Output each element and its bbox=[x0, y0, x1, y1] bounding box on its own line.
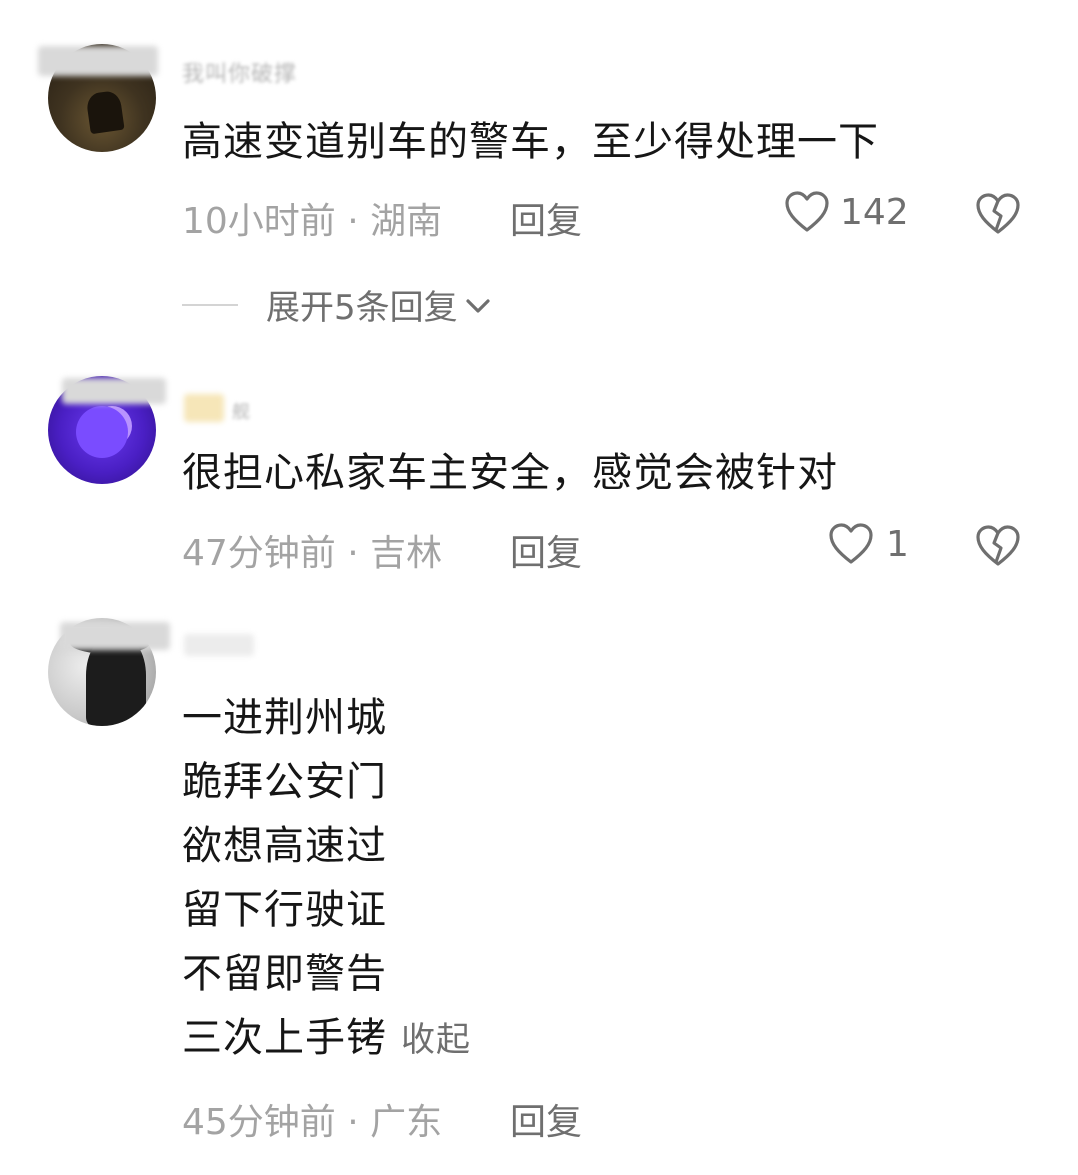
blurred-username-badge bbox=[184, 394, 224, 422]
expand-replies-button[interactable]: 展开5条回复 bbox=[182, 280, 492, 329]
comment-meta: 10小时前 · 湖南 bbox=[182, 201, 443, 242]
poem-line-last: 三次上手铐 收起 bbox=[182, 1015, 471, 1061]
username[interactable]: 舰 bbox=[232, 398, 251, 424]
blurred-username bbox=[184, 634, 254, 656]
avatar-image-detail bbox=[76, 406, 128, 458]
comment-meta: 47分钟前 · 吉林 bbox=[182, 533, 443, 574]
poem-line: 欲想高速过 bbox=[182, 823, 387, 869]
comment-text: 一进荆州城 跪拜公安门 欲想高速过 留下行驶证 不留即警告 三次上手铐 收起 bbox=[182, 686, 471, 1072]
broken-heart-icon bbox=[975, 193, 1021, 240]
like-button[interactable]: 1 bbox=[828, 522, 909, 566]
comment-text: 很担心私家车主安全，感觉会被针对 bbox=[182, 450, 838, 496]
poem-line: 留下行驶证 bbox=[182, 887, 387, 933]
comment-item: 我叫你破撑 高速变道别车的警车，至少得处理一下 10小时前 · 湖南 回复 14… bbox=[0, 0, 1078, 340]
dislike-button[interactable] bbox=[975, 192, 1021, 240]
collapse-button[interactable]: 收起 bbox=[401, 1020, 471, 1060]
poem-line: 不留即警告 bbox=[182, 951, 387, 997]
heart-outline-icon bbox=[828, 522, 874, 566]
comment-meta: 45分钟前 · 广东 bbox=[182, 1102, 443, 1143]
username[interactable]: 我叫你破撑 bbox=[182, 56, 297, 88]
like-button[interactable]: 142 bbox=[784, 190, 909, 234]
heart-outline-icon bbox=[784, 190, 830, 234]
reply-button[interactable]: 回复 bbox=[510, 1093, 582, 1145]
dislike-button[interactable] bbox=[975, 524, 1021, 572]
expand-replies-label: 展开5条回复 bbox=[266, 288, 458, 328]
reply-button[interactable]: 回复 bbox=[510, 192, 582, 244]
like-count: 142 bbox=[840, 191, 909, 233]
blurred-avatar-overlay bbox=[62, 378, 166, 404]
avatar-image-detail bbox=[85, 89, 125, 135]
divider-dash bbox=[182, 303, 238, 306]
comment-text: 高速变道别车的警车，至少得处理一下 bbox=[182, 119, 879, 165]
blurred-avatar-overlay bbox=[60, 622, 170, 650]
like-count: 1 bbox=[886, 523, 909, 565]
poem-line: 一进荆州城 bbox=[182, 695, 387, 741]
reply-button[interactable]: 回复 bbox=[510, 524, 582, 576]
poem-line: 跪拜公安门 bbox=[182, 759, 387, 805]
broken-heart-icon bbox=[975, 525, 1021, 572]
blurred-avatar-overlay bbox=[38, 46, 158, 76]
chevron-down-icon bbox=[464, 285, 492, 325]
